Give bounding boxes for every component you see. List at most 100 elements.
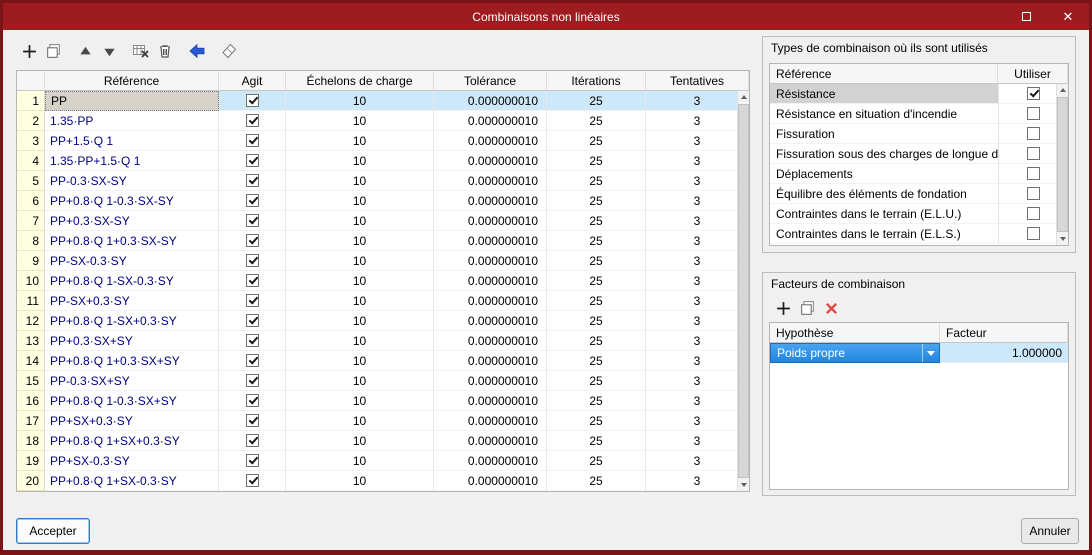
tolerance-cell[interactable]: 0.000000010: [434, 351, 547, 371]
reference-cell[interactable]: PP+0.8·Q 1-SX-0.3·SY: [45, 271, 219, 291]
agit-cell[interactable]: [219, 351, 286, 371]
echelons-cell[interactable]: 10: [286, 131, 434, 151]
tentatives-cell[interactable]: 3: [646, 351, 749, 371]
col-header-agit[interactable]: Agit: [219, 71, 286, 91]
col-header-tentatives[interactable]: Tentatives: [646, 71, 749, 91]
reference-cell[interactable]: 1.35·PP+1.5·Q 1: [45, 151, 219, 171]
agit-cell[interactable]: [219, 431, 286, 451]
tolerance-cell[interactable]: 0.000000010: [434, 111, 547, 131]
types-table-scrollbar[interactable]: [1056, 84, 1068, 245]
scrollbar-thumb[interactable]: [1057, 97, 1068, 232]
tolerance-cell[interactable]: 0.000000010: [434, 471, 547, 491]
agit-cell[interactable]: [219, 131, 286, 151]
tentatives-cell[interactable]: 3: [646, 171, 749, 191]
iterations-cell[interactable]: 25: [547, 171, 646, 191]
agit-checkbox[interactable]: [245, 174, 259, 187]
agit-cell[interactable]: [219, 231, 286, 251]
iterations-cell[interactable]: 25: [547, 151, 646, 171]
agit-cell[interactable]: [219, 331, 286, 351]
iterations-cell[interactable]: 25: [547, 91, 646, 111]
tentatives-cell[interactable]: 3: [646, 291, 749, 311]
echelons-cell[interactable]: 10: [286, 151, 434, 171]
row-number-cell[interactable]: 8: [17, 231, 45, 251]
tolerance-cell[interactable]: 0.000000010: [434, 211, 547, 231]
agit-checkbox[interactable]: [245, 474, 259, 487]
reference-cell[interactable]: PP-0.3·SX+SY: [45, 371, 219, 391]
echelons-cell[interactable]: 10: [286, 391, 434, 411]
add-factor-button[interactable]: [771, 297, 795, 319]
reference-cell[interactable]: PP+SX+0.3·SY: [45, 411, 219, 431]
row-number-cell[interactable]: 17: [17, 411, 45, 431]
agit-cell[interactable]: [219, 91, 286, 111]
col-header-type-reference[interactable]: Référence: [770, 64, 998, 84]
use-checkbox[interactable]: [1027, 87, 1040, 100]
duplicate-row-button[interactable]: [41, 40, 65, 62]
delete-all-button[interactable]: [153, 40, 177, 62]
tentatives-cell[interactable]: 3: [646, 391, 749, 411]
reference-cell[interactable]: PP+0.3·SX+SY: [45, 331, 219, 351]
iterations-cell[interactable]: 25: [547, 271, 646, 291]
type-row[interactable]: Fissuration: [770, 124, 1068, 144]
agit-cell[interactable]: [219, 171, 286, 191]
tentatives-cell[interactable]: 3: [646, 131, 749, 151]
reference-cell[interactable]: PP+0.8·Q 1-0.3·SX+SY: [45, 391, 219, 411]
echelons-cell[interactable]: 10: [286, 251, 434, 271]
accept-button[interactable]: Accepter: [16, 518, 90, 544]
tolerance-cell[interactable]: 0.000000010: [434, 191, 547, 211]
type-row[interactable]: Résistance: [770, 84, 1068, 104]
agit-checkbox[interactable]: [245, 354, 259, 367]
row-number-cell[interactable]: 14: [17, 351, 45, 371]
echelons-cell[interactable]: 10: [286, 451, 434, 471]
row-number-cell[interactable]: 2: [17, 111, 45, 131]
iterations-cell[interactable]: 25: [547, 371, 646, 391]
row-number-cell[interactable]: 10: [17, 271, 45, 291]
row-number-cell[interactable]: 13: [17, 331, 45, 351]
echelons-cell[interactable]: 10: [286, 311, 434, 331]
add-row-button[interactable]: [17, 40, 41, 62]
agit-checkbox[interactable]: [245, 154, 259, 167]
tolerance-cell[interactable]: 0.000000010: [434, 91, 547, 111]
agit-checkbox[interactable]: [245, 234, 259, 247]
agit-checkbox[interactable]: [245, 374, 259, 387]
use-checkbox[interactable]: [1027, 187, 1040, 200]
agit-checkbox[interactable]: [245, 274, 259, 287]
scroll-down-arrow[interactable]: [1057, 233, 1068, 245]
echelons-cell[interactable]: 10: [286, 191, 434, 211]
col-header-tolerance[interactable]: Tolérance: [434, 71, 547, 91]
agit-checkbox[interactable]: [245, 414, 259, 427]
reference-cell[interactable]: PP+0.8·Q 1+0.3·SX-SY: [45, 231, 219, 251]
row-number-cell[interactable]: 7: [17, 211, 45, 231]
agit-cell[interactable]: [219, 471, 286, 491]
reference-cell[interactable]: PP-SX-0.3·SY: [45, 251, 219, 271]
agit-checkbox[interactable]: [245, 294, 259, 307]
reference-cell[interactable]: PP-0.3·SX-SY: [45, 171, 219, 191]
tentatives-cell[interactable]: 3: [646, 411, 749, 431]
delete-factor-button[interactable]: [819, 297, 843, 319]
iterations-cell[interactable]: 25: [547, 311, 646, 331]
agit-cell[interactable]: [219, 251, 286, 271]
reference-cell[interactable]: PP: [45, 91, 219, 111]
erase-button[interactable]: [217, 40, 241, 62]
agit-checkbox[interactable]: [245, 314, 259, 327]
tentatives-cell[interactable]: 3: [646, 211, 749, 231]
col-header-hypothese[interactable]: Hypothèse: [770, 323, 940, 343]
iterations-cell[interactable]: 25: [547, 331, 646, 351]
reference-cell[interactable]: PP+0.3·SX-SY: [45, 211, 219, 231]
echelons-cell[interactable]: 10: [286, 231, 434, 251]
tentatives-cell[interactable]: 3: [646, 431, 749, 451]
echelons-cell[interactable]: 10: [286, 431, 434, 451]
iterations-cell[interactable]: 25: [547, 131, 646, 151]
row-number-cell[interactable]: 1: [17, 91, 45, 111]
col-header-reference[interactable]: Référence: [45, 71, 219, 91]
iterations-cell[interactable]: 25: [547, 251, 646, 271]
row-number-cell[interactable]: 9: [17, 251, 45, 271]
row-number-cell[interactable]: 19: [17, 451, 45, 471]
row-number-cell[interactable]: 20: [17, 471, 45, 491]
use-checkbox[interactable]: [1027, 167, 1040, 180]
scrollbar-thumb[interactable]: [738, 104, 749, 478]
agit-cell[interactable]: [219, 291, 286, 311]
tolerance-cell[interactable]: 0.000000010: [434, 411, 547, 431]
col-header-echelons[interactable]: Échelons de charge: [286, 71, 434, 91]
col-header-facteur[interactable]: Facteur: [940, 323, 1068, 343]
main-table-scrollbar[interactable]: [737, 91, 749, 491]
